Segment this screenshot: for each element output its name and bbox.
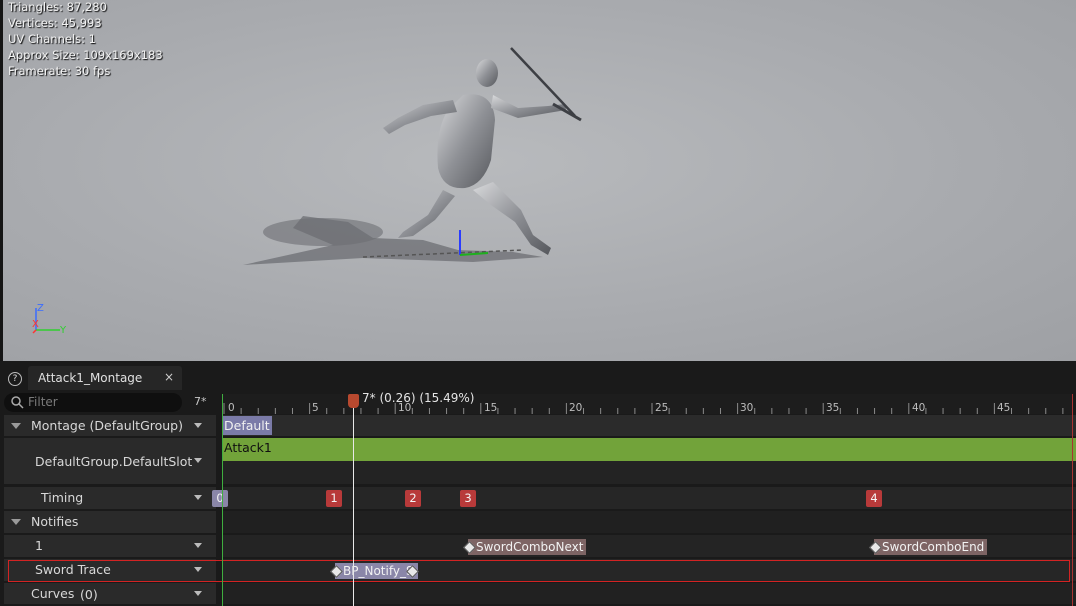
axis-x-label: X <box>32 319 39 330</box>
tick-label-40: 40 <box>912 402 926 414</box>
close-tab-icon[interactable]: × <box>164 370 174 384</box>
tab-bar: ? Attack1_Montage × <box>0 366 1076 390</box>
track-slot-header[interactable]: DefaultGroup.DefaultSlot <box>4 438 216 484</box>
timing-marker-4[interactable]: 4 <box>866 490 882 507</box>
lane-slot[interactable]: Attack1 <box>222 438 1076 484</box>
slot-segment-attack1[interactable]: Attack1 <box>222 438 1076 461</box>
track-notifies-label: Notifies <box>31 514 79 529</box>
tick-label-15: 15 <box>484 402 498 414</box>
lane-timing: 0 1 2 3 4 <box>212 487 1076 509</box>
notify-sword-combo-end[interactable]: SwordComboEnd <box>874 539 988 555</box>
axis-y-label: Y <box>59 325 67 336</box>
timing-marker-3[interactable]: 3 <box>460 490 476 507</box>
tick-label-45: 45 <box>997 402 1011 414</box>
timeline-start-line <box>222 394 223 606</box>
timing-marker-0[interactable]: 0 <box>212 490 228 507</box>
collapse-arrow-icon[interactable] <box>11 519 21 525</box>
track-timing-header[interactable]: Timing <box>4 487 216 509</box>
track-timing-dropdown-icon[interactable] <box>194 495 202 500</box>
notify-sword-combo-next[interactable]: SwordComboNext <box>468 539 587 555</box>
track-curves-header[interactable]: Curves (0) <box>4 583 216 604</box>
lane-montage[interactable]: Default <box>222 415 1076 436</box>
tick-label-35: 35 <box>826 402 840 414</box>
help-icon[interactable]: ? <box>8 372 22 386</box>
track-montage-label: Montage (DefaultGroup) <box>31 418 183 433</box>
timing-marker-1[interactable]: 1 <box>326 490 342 507</box>
track-sword-trace-label: Sword Trace <box>35 562 111 577</box>
lane-curves <box>222 583 1076 604</box>
tick-label-30: 30 <box>740 402 754 414</box>
axis-gizmo: Z X Y <box>32 303 67 336</box>
timeline-area[interactable]: 0 5 10 15 20 25 30 35 40 45 7* (0.26) (1… <box>8 391 1076 606</box>
track-montage-dropdown-icon[interactable] <box>194 423 202 428</box>
track-montage-header[interactable]: Montage (DefaultGroup) <box>4 415 216 436</box>
tick-label-0: 0 <box>228 402 235 414</box>
animation-viewport[interactable]: Triangles: 87,280 Vertices: 45,993 UV Ch… <box>3 0 1076 361</box>
tick-label-25: 25 <box>655 402 669 414</box>
lane-sword-trace[interactable]: BP_Notify_S <box>222 559 1076 581</box>
search-icon <box>11 396 24 409</box>
track-notifies-header[interactable]: Notifies <box>4 511 216 533</box>
tab-attack1-montage[interactable]: Attack1_Montage × <box>28 366 182 390</box>
tab-title: Attack1_Montage <box>38 371 143 385</box>
scrubber-readout: 7* (0.26) (15.49%) <box>362 391 475 405</box>
timing-marker-2[interactable]: 2 <box>405 490 421 507</box>
track-curves-label: Curves <box>31 586 75 601</box>
tick-label-20: 20 <box>569 402 583 414</box>
track-curves-dropdown-icon[interactable] <box>194 591 202 596</box>
lane-notifies <box>222 511 1076 533</box>
axis-z-label: Z <box>37 303 44 314</box>
track-sword-trace-dropdown-icon[interactable] <box>194 567 202 572</box>
character-preview <box>243 47 582 265</box>
track-timing-label: Timing <box>41 490 84 505</box>
current-frame-label: 7* <box>194 395 207 408</box>
playhead-handle[interactable] <box>348 394 359 408</box>
track-notify-1-label: 1 <box>35 538 43 553</box>
lane-notify-1[interactable]: SwordComboNext SwordComboEnd <box>222 535 1076 557</box>
tick-label-5: 5 <box>312 402 319 414</box>
track-slot-dropdown-icon[interactable] <box>194 458 202 463</box>
track-curves-count: (0) <box>80 587 98 602</box>
montage-section-default[interactable]: Default <box>222 416 272 435</box>
collapse-arrow-icon[interactable] <box>11 423 21 429</box>
playhead-line <box>353 408 354 606</box>
filter-search-box[interactable] <box>4 393 182 412</box>
track-slot-label: DefaultGroup.DefaultSlot <box>35 454 193 469</box>
track-notify-1-header[interactable]: 1 <box>4 535 216 557</box>
timeline-end-line <box>1072 394 1073 606</box>
track-sword-trace-header[interactable]: Sword Trace <box>4 559 216 581</box>
filter-input[interactable] <box>28 394 176 410</box>
track-notify-1-dropdown-icon[interactable] <box>194 543 202 548</box>
montage-editor-panel: ? Attack1_Montage × 7* Montage (DefaultG… <box>0 361 1076 606</box>
